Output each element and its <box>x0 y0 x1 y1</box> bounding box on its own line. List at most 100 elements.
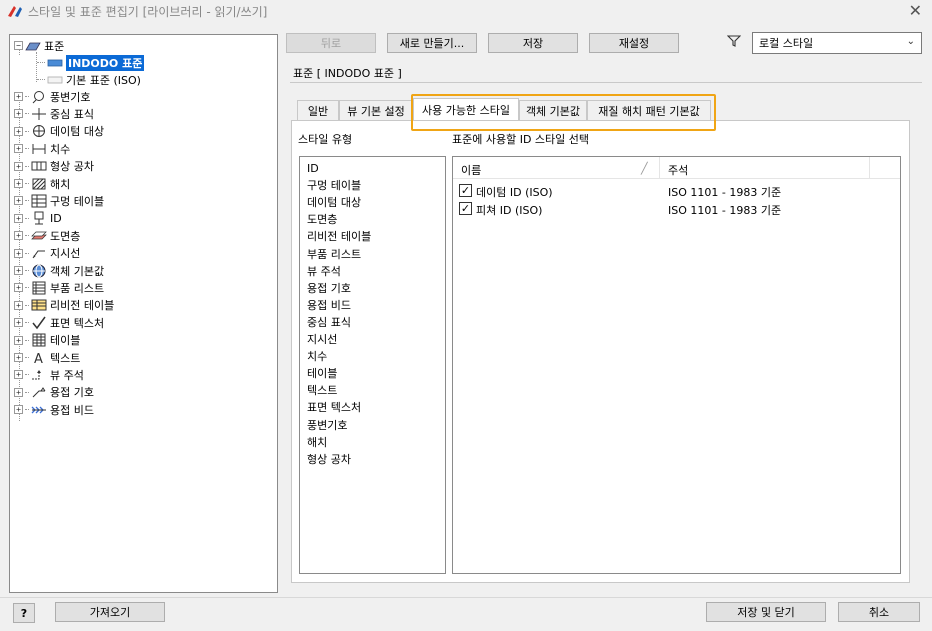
view-annotation-icon <box>31 368 47 382</box>
tree-node-category[interactable]: + A 텍스트 <box>14 349 80 366</box>
tab-view-preferences[interactable]: 뷰 기본 설정 <box>339 100 413 120</box>
style-type-item[interactable]: 데이텀 대상 <box>307 195 361 211</box>
tree-node-category[interactable]: + 용접 기호 <box>14 384 94 401</box>
tree-node-category[interactable]: + 지시선 <box>14 245 80 262</box>
tree-node-category[interactable]: + 해치 <box>14 175 70 192</box>
import-button[interactable]: 가져오기 <box>55 602 165 622</box>
tree-node-category[interactable]: + ID <box>14 210 62 227</box>
style-grid[interactable]: 이름 ╱ 주석 ✓ 데이텀 ID (ISO) ISO 1101 - 1983 기준 ✓… <box>452 156 901 574</box>
style-type-item[interactable]: 구멍 테이블 <box>307 178 361 194</box>
style-type-item[interactable]: 중심 표식 <box>307 315 351 331</box>
tree-label: 데이텀 대상 <box>50 125 105 139</box>
save-button[interactable]: 저장 <box>488 33 578 53</box>
column-header-comment[interactable]: 주석 <box>668 162 688 178</box>
style-type-item[interactable]: 뷰 주석 <box>307 264 341 280</box>
style-type-item[interactable]: 표면 텍스처 <box>307 400 361 416</box>
expand-icon[interactable]: + <box>14 248 23 258</box>
expand-icon[interactable]: + <box>14 283 23 293</box>
style-type-item[interactable]: 도면층 <box>307 212 337 228</box>
cancel-button[interactable]: 취소 <box>838 602 920 622</box>
table-row[interactable]: ✓ 데이텀 ID (ISO) ISO 1101 - 1983 기준 <box>453 182 900 199</box>
style-type-item[interactable]: 용접 비드 <box>307 298 351 314</box>
tree-node-category[interactable]: + 리비전 테이블 <box>14 297 114 314</box>
tree-node-category[interactable]: + 데이텀 대상 <box>14 123 104 140</box>
style-type-item[interactable]: 형상 공차 <box>307 452 351 468</box>
center-mark-icon <box>31 107 47 121</box>
style-tree[interactable]: − 표준 INDODO 표준 기본 표준 (ISO) + 풍변기호 + 중심 표식 + 데… <box>9 34 278 593</box>
style-type-list[interactable]: ID 구멍 테이블 데이텀 대상 도면층 리비전 테이블부품 리스트 뷰 주석 용접 기호 용… <box>299 156 446 574</box>
expand-icon[interactable]: + <box>14 353 23 362</box>
tree-node-category[interactable]: + 객체 기본값 <box>14 262 104 279</box>
expand-icon[interactable]: + <box>14 266 23 275</box>
expand-icon[interactable]: + <box>14 387 23 397</box>
tree-node-category[interactable]: + 형상 공차 <box>14 158 94 175</box>
style-type-label: 스타일 유형 <box>298 133 353 146</box>
style-type-item[interactable]: ID <box>307 161 319 177</box>
expand-icon[interactable]: + <box>14 144 23 154</box>
expand-icon[interactable]: + <box>14 300 23 310</box>
tree-label: 구멍 테이블 <box>50 194 105 208</box>
tree-node-indodo-standard[interactable]: INDODO 표준 <box>37 54 145 71</box>
column-header-name[interactable]: 이름 <box>461 162 481 178</box>
tree-node-default-standard[interactable]: 기본 표준 (ISO) <box>37 71 141 88</box>
style-type-item[interactable]: 해치 <box>307 435 327 451</box>
expand-icon[interactable]: + <box>14 161 23 171</box>
help-button[interactable]: ? <box>13 603 35 623</box>
tree-label: 표준 <box>44 39 65 53</box>
expand-icon[interactable]: + <box>14 179 23 188</box>
tree-label: 리비전 테이블 <box>50 299 115 313</box>
tab-object-defaults[interactable]: 객체 기본값 <box>519 100 587 120</box>
save-close-button[interactable]: 저장 및 닫기 <box>706 602 826 622</box>
tree-node-standards[interactable]: − 표준 <box>14 37 64 54</box>
expand-icon[interactable]: + <box>14 213 23 223</box>
tree-node-category[interactable]: + 뷰 주석 <box>14 366 84 383</box>
expand-icon[interactable]: + <box>14 231 23 241</box>
expand-icon[interactable]: + <box>14 126 23 136</box>
tree-label: 부품 리스트 <box>50 281 105 295</box>
tree-node-category[interactable]: + 테이블 <box>14 332 80 349</box>
tree-label: 표면 텍스처 <box>50 316 105 330</box>
checkbox[interactable]: ✓ <box>459 202 472 215</box>
tab-general[interactable]: 일반 <box>297 100 339 120</box>
expand-icon[interactable]: + <box>14 196 23 206</box>
back-button[interactable]: 뒤로 <box>286 33 376 53</box>
style-type-item[interactable]: 용접 기호 <box>307 281 351 297</box>
style-type-item[interactable]: 지시선 <box>307 332 337 348</box>
tree-label: 용접 기호 <box>50 386 94 400</box>
tree-label: 객체 기본값 <box>50 264 105 278</box>
collapse-icon[interactable]: − <box>14 41 23 50</box>
style-type-item[interactable]: 풍변기호 <box>307 418 347 434</box>
expand-icon[interactable]: + <box>14 335 23 345</box>
expand-icon[interactable]: + <box>14 92 23 101</box>
tree-node-category[interactable]: + 풍변기호 <box>14 88 90 105</box>
expand-icon[interactable]: + <box>14 405 23 415</box>
tab-material-hatch-defaults[interactable]: 재질 해치 패턴 기본값 <box>587 100 711 120</box>
tab-available-styles[interactable]: 사용 가능한 스타일 <box>413 98 519 120</box>
style-type-item[interactable]: 테이블 <box>307 366 337 382</box>
checkbox[interactable]: ✓ <box>459 184 472 197</box>
style-type-item[interactable]: 부품 리스트 <box>307 247 361 263</box>
new-button[interactable]: 새로 만들기... <box>387 33 477 53</box>
tree-node-category[interactable]: + 구멍 테이블 <box>14 192 104 209</box>
table-row[interactable]: ✓ 피쳐 ID (ISO) ISO 1101 - 1983 기준 <box>453 200 900 217</box>
tree-node-category[interactable]: + 표면 텍스처 <box>14 314 104 331</box>
reset-button[interactable]: 재설정 <box>589 33 679 53</box>
style-type-item[interactable]: 리비전 테이블 <box>307 229 371 245</box>
style-comment: ISO 1101 - 1983 기준 <box>668 204 782 217</box>
title-bar: 스타일 및 표준 편집기 [라이브러리 - 읽기/쓰기] ✕ <box>0 0 932 22</box>
tree-node-category[interactable]: + 도면층 <box>14 227 80 244</box>
style-type-item[interactable]: 텍스트 <box>307 383 337 399</box>
expand-icon[interactable]: + <box>14 109 23 119</box>
tree-node-category[interactable]: + 부품 리스트 <box>14 279 104 296</box>
close-icon[interactable]: ✕ <box>909 1 922 20</box>
style-filter-select[interactable]: 로컬 스타일 ⌄ <box>752 32 922 54</box>
tree-node-category[interactable]: + 용접 비드 <box>14 401 94 418</box>
style-type-item[interactable]: 치수 <box>307 349 327 365</box>
window-title: 스타일 및 표준 편집기 [라이브러리 - 읽기/쓰기] <box>28 5 268 19</box>
expand-icon[interactable]: + <box>14 370 23 380</box>
datum-target-icon <box>31 124 47 138</box>
tree-node-category[interactable]: + 중심 표식 <box>14 105 94 122</box>
expand-icon[interactable]: + <box>14 318 23 328</box>
tree-node-category[interactable]: + 치수 <box>14 140 70 157</box>
footer-divider <box>0 597 932 598</box>
